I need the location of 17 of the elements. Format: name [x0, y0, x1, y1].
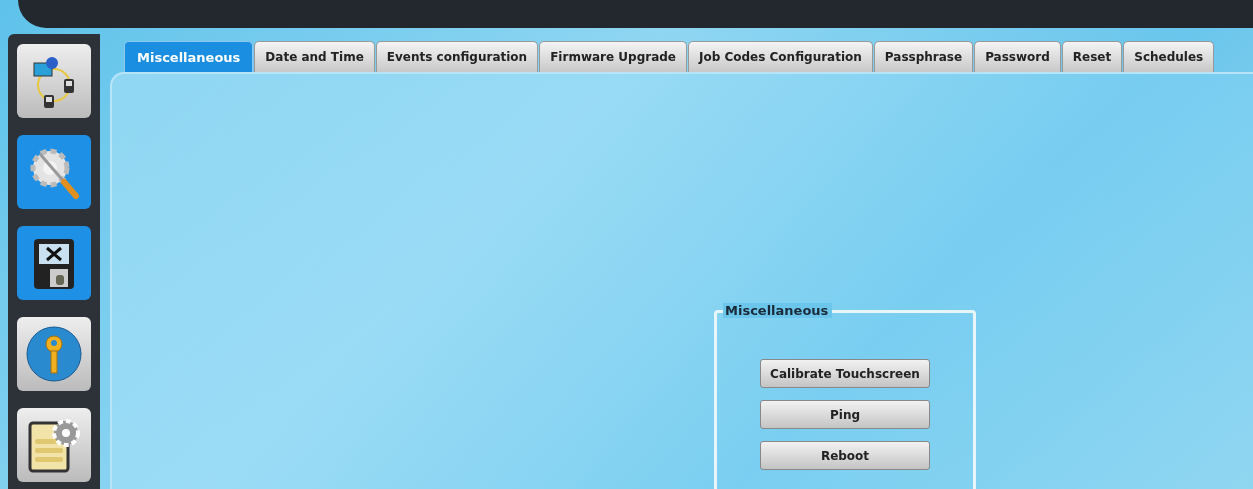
- action-button[interactable]: Reboot: [760, 441, 930, 470]
- action-button[interactable]: Ping: [760, 400, 930, 429]
- key-icon: [24, 324, 84, 384]
- tab[interactable]: Passphrase: [873, 41, 974, 72]
- tab[interactable]: Schedules: [1123, 41, 1215, 72]
- sidebar-item[interactable]: [17, 44, 91, 118]
- tab[interactable]: Events configuration: [375, 41, 539, 72]
- sidebar-item[interactable]: [17, 408, 91, 482]
- tab[interactable]: Firmware Upgrade: [539, 41, 687, 72]
- sidebar-item[interactable]: [17, 226, 91, 300]
- tab[interactable]: Miscellaneous: [124, 41, 254, 72]
- tab[interactable]: Date and Time: [254, 41, 375, 72]
- group-title: Miscellaneous: [723, 303, 833, 318]
- tab[interactable]: Job Codes Configuration: [688, 41, 873, 72]
- tab[interactable]: Password: [974, 41, 1061, 72]
- tab[interactable]: Reset: [1061, 41, 1123, 72]
- action-button[interactable]: Calibrate Touchscreen: [760, 359, 930, 388]
